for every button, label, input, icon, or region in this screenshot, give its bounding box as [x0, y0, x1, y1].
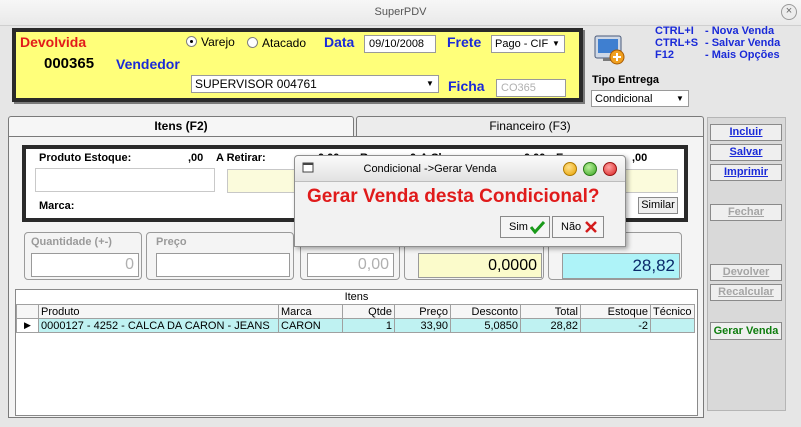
- dialog-titlebar: Condicional ->Gerar Venda: [295, 156, 625, 182]
- shortcut-item: F12 - Mais Opções: [655, 49, 780, 61]
- items-grid[interactable]: Itens Produto Marca Qtde Preço Desconto …: [15, 289, 698, 416]
- tipo-entrega-value: Condicional: [595, 93, 653, 105]
- shortcut-action: - Nova Venda: [705, 25, 775, 37]
- column-header[interactable]: Marca: [278, 304, 343, 319]
- devolver-button[interactable]: Devolver: [710, 264, 782, 281]
- order-number: 000365: [44, 55, 95, 72]
- tab-financeiro[interactable]: Financeiro (F3): [356, 116, 704, 136]
- vendedor-select-value: SUPERVISOR 004761: [195, 77, 317, 91]
- radio-atacado-label: Atacado: [262, 36, 307, 50]
- desconto-field[interactable]: 0,00: [307, 253, 394, 277]
- radio-atacado[interactable]: Atacado: [247, 36, 306, 50]
- maximize-icon[interactable]: [583, 162, 597, 176]
- column-header[interactable]: Técnico: [650, 304, 695, 319]
- cell-qtde: 1: [342, 318, 395, 333]
- row-indicator-icon: ▶: [16, 318, 39, 333]
- window-title: SuperPDV: [374, 6, 427, 18]
- column-header[interactable]: Preço: [394, 304, 451, 319]
- quantidade-field[interactable]: 0: [31, 253, 139, 277]
- column-header[interactable]: Estoque: [580, 304, 651, 319]
- sale-header-panel: Devolvida 000365 Varejo Atacado Data 09/…: [12, 28, 583, 102]
- shortcut-key: F12: [655, 49, 674, 61]
- salvar-button[interactable]: Salvar: [710, 144, 782, 161]
- items-caption: Itens: [344, 291, 369, 303]
- shortcut-action: - Mais Opções: [705, 49, 780, 61]
- produto-estoque-field[interactable]: [35, 168, 215, 192]
- produto-estoque-label: Produto Estoque:: [39, 152, 132, 164]
- dialog-message: Gerar Venda desta Condicional?: [307, 186, 600, 207]
- frete-select[interactable]: Pago - CIF ▼: [491, 35, 565, 53]
- frete-label: Frete: [447, 34, 482, 50]
- cell-total: 28,82: [520, 318, 581, 333]
- quantidade-label: Quantidade (+-): [28, 236, 115, 248]
- shortcut-item: CTRL+S - Salvar Venda: [655, 37, 780, 49]
- tipo-entrega-select[interactable]: Condicional ▼: [591, 90, 689, 107]
- shortcut-item: CTRL+I - Nova Venda: [655, 25, 780, 37]
- vendedor-select[interactable]: SUPERVISOR 004761 ▼: [191, 75, 439, 93]
- column-header[interactable]: Produto: [38, 304, 279, 319]
- shortcut-list: CTRL+I - Nova Venda CTRL+S - Salvar Venda …: [655, 25, 780, 61]
- imprimir-button[interactable]: Imprimir: [710, 164, 782, 181]
- gerar-venda-button[interactable]: Gerar Venda: [710, 322, 782, 340]
- frete-select-value: Pago - CIF: [495, 38, 549, 50]
- sale-status: Devolvida: [20, 34, 87, 50]
- shortcut-action: - Salvar Venda: [705, 37, 781, 49]
- table-row[interactable]: ▶ 0000127 - 4252 - CALCA DA CARON - JEAN…: [16, 318, 695, 333]
- yes-button[interactable]: Sim: [500, 216, 550, 238]
- tab-itens[interactable]: Itens (F2): [8, 116, 354, 136]
- percent-desconto-field[interactable]: 0,0000: [418, 253, 542, 278]
- chevron-down-icon: ▼: [426, 79, 434, 88]
- cell-estoque: -2: [580, 318, 651, 333]
- chevron-down-icon: ▼: [552, 39, 560, 48]
- confirm-dialog: Condicional ->Gerar Venda Gerar Venda de…: [294, 155, 626, 247]
- marca-label: Marca:: [39, 200, 75, 212]
- column-header[interactable]: Total: [520, 304, 581, 319]
- cell-marca: CARON: [278, 318, 343, 333]
- radio-dot-icon: [247, 37, 258, 48]
- close-icon[interactable]: [603, 162, 617, 176]
- preco-field[interactable]: [156, 253, 290, 277]
- tipo-entrega-label: Tipo Entrega: [592, 74, 660, 86]
- indicator-header: [16, 304, 39, 319]
- cell-desconto: 5,0850: [450, 318, 521, 333]
- similar-button[interactable]: Similar: [638, 197, 678, 214]
- radio-dot-icon: [186, 36, 197, 47]
- fechar-button[interactable]: Fechar: [710, 204, 782, 221]
- exp-value: ,00: [632, 152, 648, 164]
- total-field: 28,82: [562, 253, 680, 279]
- no-button-label: Não: [561, 221, 582, 233]
- window-titlebar: SuperPDV ×: [0, 0, 801, 26]
- cell-preco: 33,90: [394, 318, 451, 333]
- minimize-icon[interactable]: [563, 162, 577, 176]
- data-field[interactable]: 09/10/2008: [364, 35, 436, 53]
- recalcular-button[interactable]: Recalcular: [710, 284, 782, 301]
- incluir-button[interactable]: Incluir: [710, 124, 782, 141]
- delivery-icon[interactable]: [593, 33, 627, 67]
- shortcut-key: CTRL+S: [655, 37, 699, 49]
- vendedor-label: Vendedor: [116, 56, 180, 72]
- column-header[interactable]: Qtde: [342, 304, 395, 319]
- produto-estoque-value: ,00: [188, 152, 204, 164]
- a-retirar-label: A Retirar:: [216, 152, 266, 164]
- x-icon: [585, 221, 597, 233]
- items-header-row: Produto Marca Qtde Preço Desconto Total …: [16, 304, 695, 319]
- cell-tecnico: [650, 318, 695, 333]
- column-header[interactable]: Desconto: [450, 304, 521, 319]
- chevron-down-icon: ▼: [676, 94, 684, 103]
- cell-produto: 0000127 - 4252 - CALCA DA CARON - JEANS: [38, 318, 279, 333]
- items-table: Produto Marca Qtde Preço Desconto Total …: [16, 304, 695, 333]
- radio-varejo-label: Varejo: [201, 35, 235, 49]
- no-button[interactable]: Não: [552, 216, 604, 238]
- ficha-field[interactable]: CO365: [496, 79, 566, 97]
- check-icon: [530, 220, 545, 234]
- dialog-title: Condicional ->Gerar Venda: [363, 163, 497, 175]
- ficha-label: Ficha: [448, 78, 485, 94]
- window-close-button[interactable]: ×: [781, 4, 797, 20]
- yes-button-label: Sim: [509, 221, 528, 233]
- data-label: Data: [324, 34, 355, 50]
- radio-varejo[interactable]: Varejo: [186, 35, 235, 49]
- preco-label: Preço: [153, 236, 190, 248]
- shortcut-key: CTRL+I: [655, 25, 694, 37]
